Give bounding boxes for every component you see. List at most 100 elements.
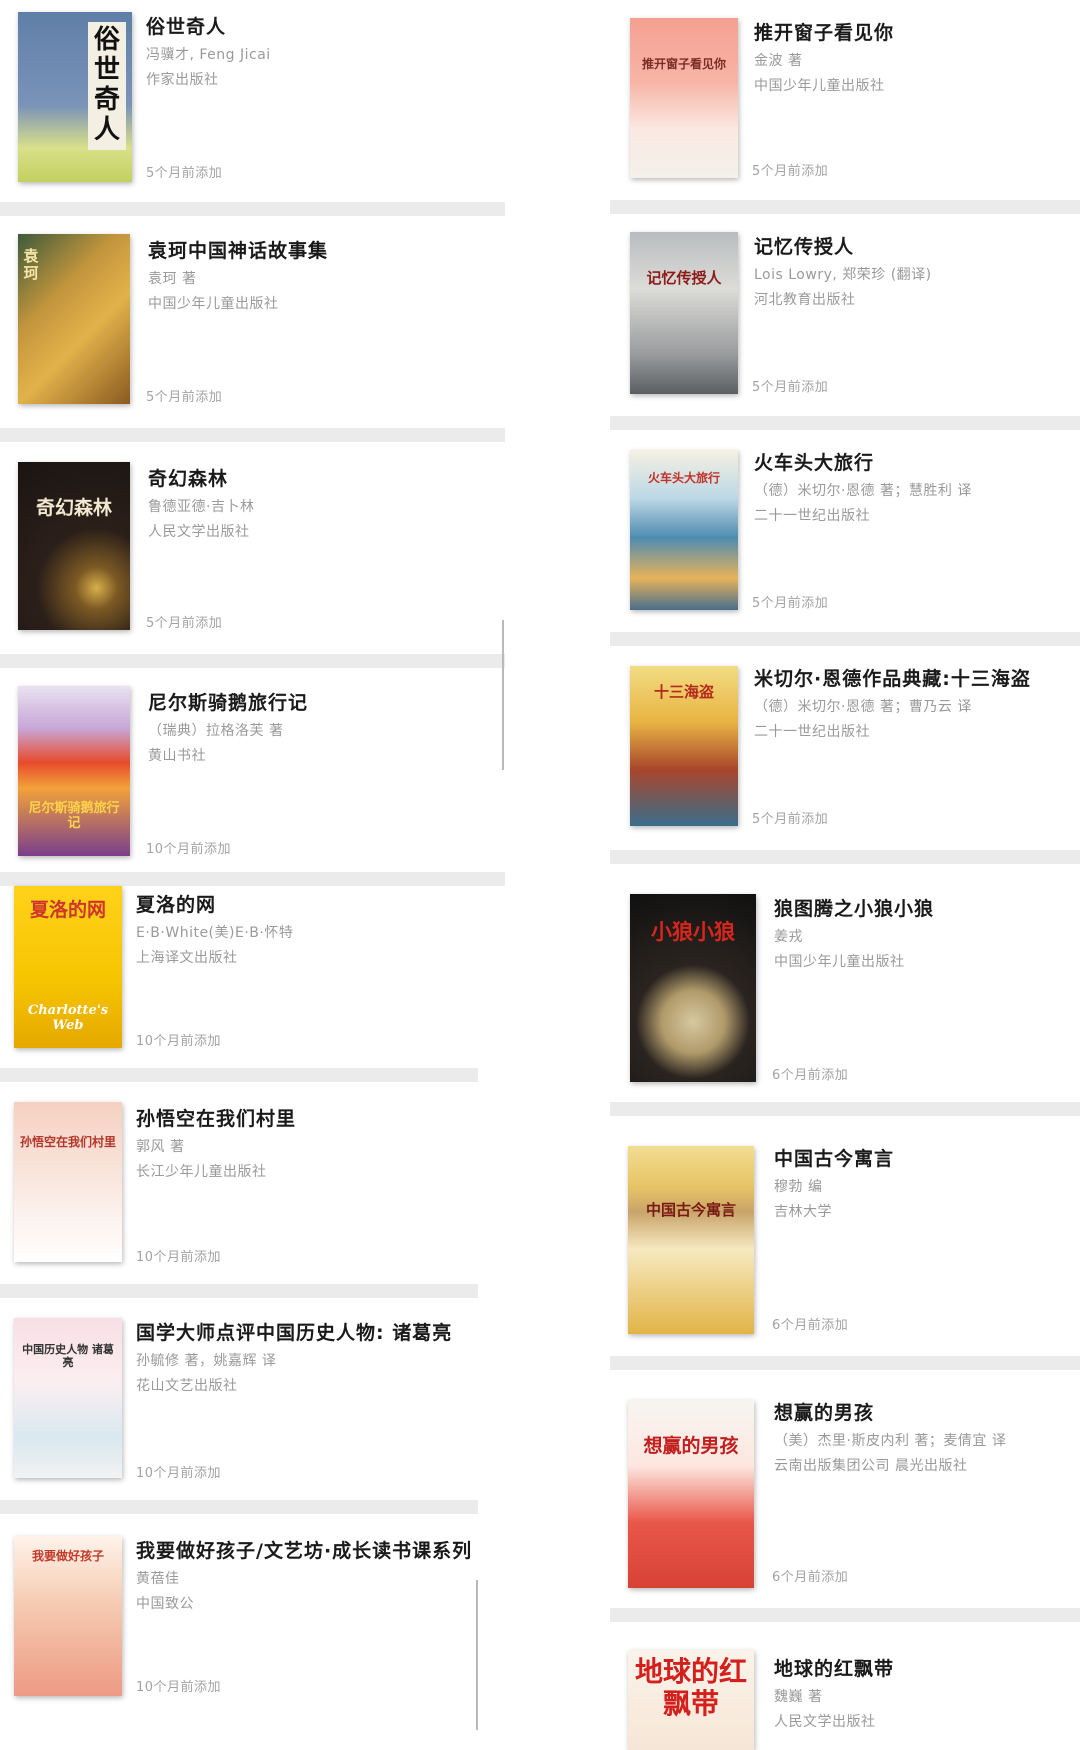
book-card-little-wolf[interactable]: 小狼小狼 狼图腾之小狼小狼 姜戎 中国少年儿童出版社 6个月前添加	[610, 864, 1080, 1116]
book-info: 孙悟空在我们村里 郭风 著 长江少年儿童出版社	[136, 1104, 472, 1181]
added-time: 5个月前添加	[752, 380, 829, 395]
book-card-thirteen-pirates[interactable]: 十三海盗 米切尔·恩德作品典藏:十三海盗 （德）米切尔·恩德 著；曹乃云 译 二…	[610, 646, 1080, 864]
book-title[interactable]: 想赢的男孩	[774, 1398, 1074, 1425]
book-info: 尼尔斯骑鹅旅行记 （瑞典）拉格洛芙 著 黄山书社	[148, 688, 499, 765]
added-time: 6个月前添加	[772, 1068, 849, 1083]
book-author: 袁珂 著	[148, 271, 197, 287]
cover-title: 中国历史人物 诸葛亮	[22, 1343, 114, 1369]
charlottes-web-cover[interactable]: 夏洛的网 Charlotte's Web	[14, 886, 122, 1048]
book-title[interactable]: 俗世奇人	[146, 12, 499, 39]
cover-title: 火车头大旅行	[647, 471, 720, 485]
book-info: 我要做好孩子/文艺坊·成长读书课系列 黄蓓佳 中国致公	[136, 1536, 472, 1613]
book-card-window[interactable]: 推开窗子看见你 推开窗子看见你 金波 著 中国少年儿童出版社 5个月前添加	[610, 0, 1080, 214]
book-info: 米切尔·恩德作品典藏:十三海盗 （德）米切尔·恩德 著；曹乃云 译 二十一世纪出…	[754, 664, 1074, 741]
cover-title: 孙悟空在我们村里	[20, 1135, 117, 1149]
scrollbar[interactable]	[476, 1580, 478, 1730]
book-card-giver[interactable]: 记忆传授人 记忆传授人 Lois Lowry, 郑荣珍 (翻译) 河北教育出版社…	[610, 214, 1080, 430]
giver-cover[interactable]: 记忆传授人	[630, 232, 738, 394]
book-card-zhugeliang[interactable]: 中国历史人物 诸葛亮 国学大师点评中国历史人物: 诸葛亮 孙毓修 著，姚嘉辉 译…	[0, 1298, 478, 1514]
book-card-jungle-book[interactable]: 奇幻森林 奇幻森林 鲁德亚德·吉卜林 人民文学出版社 5个月前添加	[0, 442, 505, 668]
cover-title: 记忆传授人	[646, 269, 722, 287]
book-publisher: 花山文艺出版社	[136, 1378, 238, 1394]
book-info: 袁珂中国神话故事集 袁珂 著 中国少年儿童出版社	[148, 236, 499, 313]
book-author: 郭风 著	[136, 1139, 185, 1155]
book-publisher: 中国致公	[136, 1596, 194, 1612]
jungle-book-cover[interactable]: 奇幻森林	[18, 462, 130, 630]
book-author: 孙毓修 著，姚嘉辉 译	[136, 1353, 277, 1369]
book-info: 奇幻森林 鲁德亚德·吉卜林 人民文学出版社	[148, 464, 499, 541]
book-author: 冯骥才, Feng Jicai	[146, 47, 271, 63]
book-title[interactable]: 中国古今寓言	[774, 1144, 1074, 1171]
book-title[interactable]: 国学大师点评中国历史人物: 诸葛亮	[136, 1318, 472, 1345]
added-time: 5个月前添加	[146, 166, 223, 181]
cover-title: 俗世奇人	[88, 22, 126, 150]
book-info: 火车头大旅行 （德）米切尔·恩德 著；慧胜利 译 二十一世纪出版社	[754, 448, 1074, 525]
cover-title: 小狼小狼	[651, 919, 735, 944]
book-author: （美）杰里·斯皮内利 著；麦倩宜 译	[774, 1433, 1007, 1449]
book-info: 推开窗子看见你 金波 著 中国少年儿童出版社	[754, 18, 1074, 95]
book-card-boy-who-wants-to-win[interactable]: 想赢的男孩 想赢的男孩 （美）杰里·斯皮内利 著；麦倩宜 译 云南出版集团公司 …	[610, 1370, 1080, 1622]
book-publisher: 人民文学出版社	[148, 524, 250, 540]
added-time: 5个月前添加	[752, 812, 829, 827]
nils-cover[interactable]: 尼尔斯骑鹅旅行记	[18, 686, 130, 856]
book-title[interactable]: 夏洛的网	[136, 890, 472, 917]
added-time: 10个月前添加	[136, 1466, 222, 1481]
book-info: 地球的红飘带 魏巍 著 人民文学出版社	[774, 1654, 1074, 1731]
book-author: 魏巍 著	[774, 1689, 823, 1705]
red-ribbon-cover[interactable]: 地球的红飘带	[628, 1650, 754, 1750]
window-cover[interactable]: 推开窗子看见你	[630, 18, 738, 178]
cover-subtitle: Charlotte's Web	[27, 1003, 109, 1033]
book-author: （德）米切尔·恩德 著；慧胜利 译	[754, 483, 972, 499]
book-card-locomotive[interactable]: 火车头大旅行 火车头大旅行 （德）米切尔·恩德 著；慧胜利 译 二十一世纪出版社…	[610, 430, 1080, 646]
book-card-good-kid[interactable]: 我要做好孩子 我要做好孩子/文艺坊·成长读书课系列 黄蓓佳 中国致公 10个月前…	[0, 1514, 478, 1736]
book-card-sunwukong[interactable]: 孙悟空在我们村里 孙悟空在我们村里 郭风 著 长江少年儿童出版社 10个月前添加	[0, 1082, 478, 1298]
book-title[interactable]: 袁珂中国神话故事集	[148, 236, 499, 263]
book-card-red-ribbon[interactable]: 地球的红飘带 地球的红飘带 魏巍 著 人民文学出版社	[610, 1622, 1080, 1750]
book-title[interactable]: 地球的红飘带	[774, 1654, 1074, 1681]
book-title[interactable]: 孙悟空在我们村里	[136, 1104, 472, 1131]
book-publisher: 长江少年儿童出版社	[136, 1164, 267, 1180]
book-author: 穆勃 编	[774, 1179, 823, 1195]
book-title[interactable]: 尼尔斯骑鹅旅行记	[148, 688, 499, 715]
book-card-fables[interactable]: 中国古今寓言 中国古今寓言 穆勃 编 吉林大学 6个月前添加	[610, 1116, 1080, 1370]
book-card-sushiqiren[interactable]: 俗世奇人 俗世奇人 冯骥才, Feng Jicai 作家出版社 5个月前添加	[0, 0, 505, 216]
book-card-yuanke-myths[interactable]: 袁珂 袁珂中国神话故事集 袁珂 著 中国少年儿童出版社 5个月前添加	[0, 216, 505, 442]
added-time: 10个月前添加	[136, 1250, 222, 1265]
book-publisher: 二十一世纪出版社	[754, 508, 870, 524]
book-title[interactable]: 记忆传授人	[754, 232, 1074, 259]
book-title[interactable]: 火车头大旅行	[754, 448, 1074, 475]
cover-title: 中国古今寓言	[645, 1201, 736, 1219]
sunwukong-cover[interactable]: 孙悟空在我们村里	[14, 1102, 122, 1262]
added-time: 5个月前添加	[752, 596, 829, 611]
cover-title: 夏洛的网	[29, 899, 106, 921]
added-time: 6个月前添加	[772, 1570, 849, 1585]
book-author: Lois Lowry, 郑荣珍 (翻译)	[754, 267, 932, 283]
book-publisher: 中国少年儿童出版社	[754, 78, 885, 94]
book-publisher: 云南出版集团公司 晨光出版社	[774, 1458, 968, 1474]
book-card-charlottes-web[interactable]: 夏洛的网 Charlotte's Web 夏洛的网 E·B·White(美)E·…	[0, 886, 478, 1082]
book-title[interactable]: 我要做好孩子/文艺坊·成长读书课系列	[136, 1536, 472, 1563]
book-info: 记忆传授人 Lois Lowry, 郑荣珍 (翻译) 河北教育出版社	[754, 232, 1074, 309]
book-info: 狼图腾之小狼小狼 姜戎 中国少年儿童出版社	[774, 894, 1074, 971]
little-wolf-cover[interactable]: 小狼小狼	[630, 894, 756, 1082]
scrollbar[interactable]	[502, 620, 504, 770]
book-card-nils[interactable]: 尼尔斯骑鹅旅行记 尼尔斯骑鹅旅行记 （瑞典）拉格洛芙 著 黄山书社 10个月前添…	[0, 668, 505, 886]
sushiqiren-cover[interactable]: 俗世奇人	[18, 12, 132, 182]
book-publisher: 人民文学出版社	[774, 1714, 876, 1730]
book-publisher: 吉林大学	[774, 1204, 832, 1220]
locomotive-cover[interactable]: 火车头大旅行	[630, 450, 738, 610]
zhugeliang-cover[interactable]: 中国历史人物 诸葛亮	[14, 1318, 122, 1478]
book-title[interactable]: 狼图腾之小狼小狼	[774, 894, 1074, 921]
book-author: 黄蓓佳	[136, 1571, 180, 1587]
book-author: E·B·White(美)E·B·怀特	[136, 925, 294, 941]
book-title[interactable]: 奇幻森林	[148, 464, 499, 491]
book-title[interactable]: 推开窗子看见你	[754, 18, 1074, 45]
book-author: 鲁德亚德·吉卜林	[148, 499, 255, 515]
yuanke-myths-cover[interactable]: 袁珂	[18, 234, 130, 404]
book-title[interactable]: 米切尔·恩德作品典藏:十三海盗	[754, 664, 1074, 691]
boy-who-wants-to-win-cover[interactable]: 想赢的男孩	[628, 1400, 754, 1588]
fables-cover[interactable]: 中国古今寓言	[628, 1146, 754, 1334]
book-publisher: 中国少年儿童出版社	[774, 954, 905, 970]
good-kid-cover[interactable]: 我要做好孩子	[14, 1536, 122, 1696]
thirteen-pirates-cover[interactable]: 十三海盗	[630, 666, 738, 826]
